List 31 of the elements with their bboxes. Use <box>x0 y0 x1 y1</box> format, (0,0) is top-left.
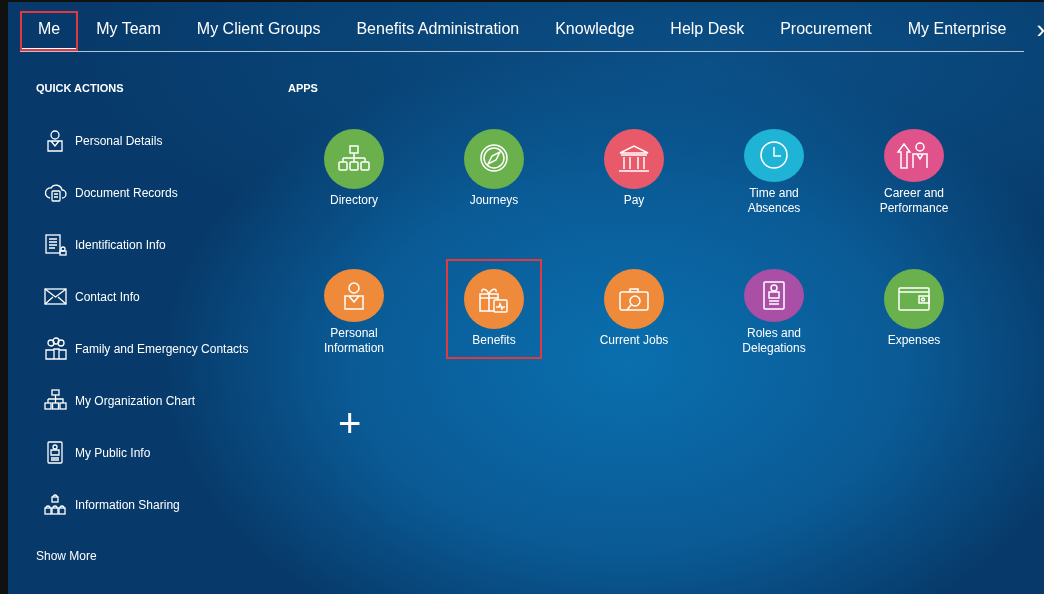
show-more-link[interactable]: Show More <box>36 546 288 565</box>
quick-action-link[interactable]: Document Records <box>75 183 178 202</box>
app-tile[interactable]: Personal Information <box>308 260 400 357</box>
section-heading: APPS <box>288 81 319 96</box>
app-tile[interactable]: Current Jobs <box>588 260 680 357</box>
app-tile[interactable]: Directory <box>308 120 400 217</box>
app-tile[interactable]: Journeys <box>448 120 540 217</box>
nav-tab[interactable]: My Enterprise <box>889 11 1025 51</box>
quick-action-link[interactable]: Contact Info <box>75 287 140 306</box>
quick-action-link[interactable]: Information Sharing <box>75 495 180 514</box>
app-tile[interactable]: Career and Performance <box>868 120 960 217</box>
quick-action-link[interactable]: My Organization Chart <box>75 391 196 410</box>
nav-tab[interactable]: My Team <box>78 11 179 51</box>
quick-action-link[interactable]: My Public Info <box>75 443 151 462</box>
quick-action-link[interactable]: Family and Emergency Contacts <box>75 339 249 358</box>
quick-action-link[interactable]: Personal Details <box>75 131 163 150</box>
nav-tab[interactable]: Procurement <box>762 11 890 51</box>
app-tile[interactable]: Pay <box>588 120 680 217</box>
section-heading: QUICK ACTIONS <box>36 81 125 96</box>
app-tile[interactable]: Roles and Delegations <box>728 260 820 357</box>
nav-tab[interactable]: Benefits Administration <box>338 11 538 51</box>
app-tile[interactable]: Expenses <box>868 260 960 357</box>
app-tile[interactable]: Time and Absences <box>728 120 820 217</box>
quick-action-link[interactable]: Identification Info <box>75 235 166 254</box>
app-tile[interactable]: Benefits <box>448 260 540 357</box>
nav-tab[interactable]: Help Desk <box>652 11 763 51</box>
nav-tab[interactable]: My Client Groups <box>178 11 339 51</box>
nav-tab[interactable]: Knowledge <box>537 11 653 51</box>
next-tabs-button[interactable]: › <box>1032 16 1044 52</box>
add-button[interactable]: + <box>338 402 362 443</box>
nav-tab[interactable]: Me <box>20 11 79 51</box>
